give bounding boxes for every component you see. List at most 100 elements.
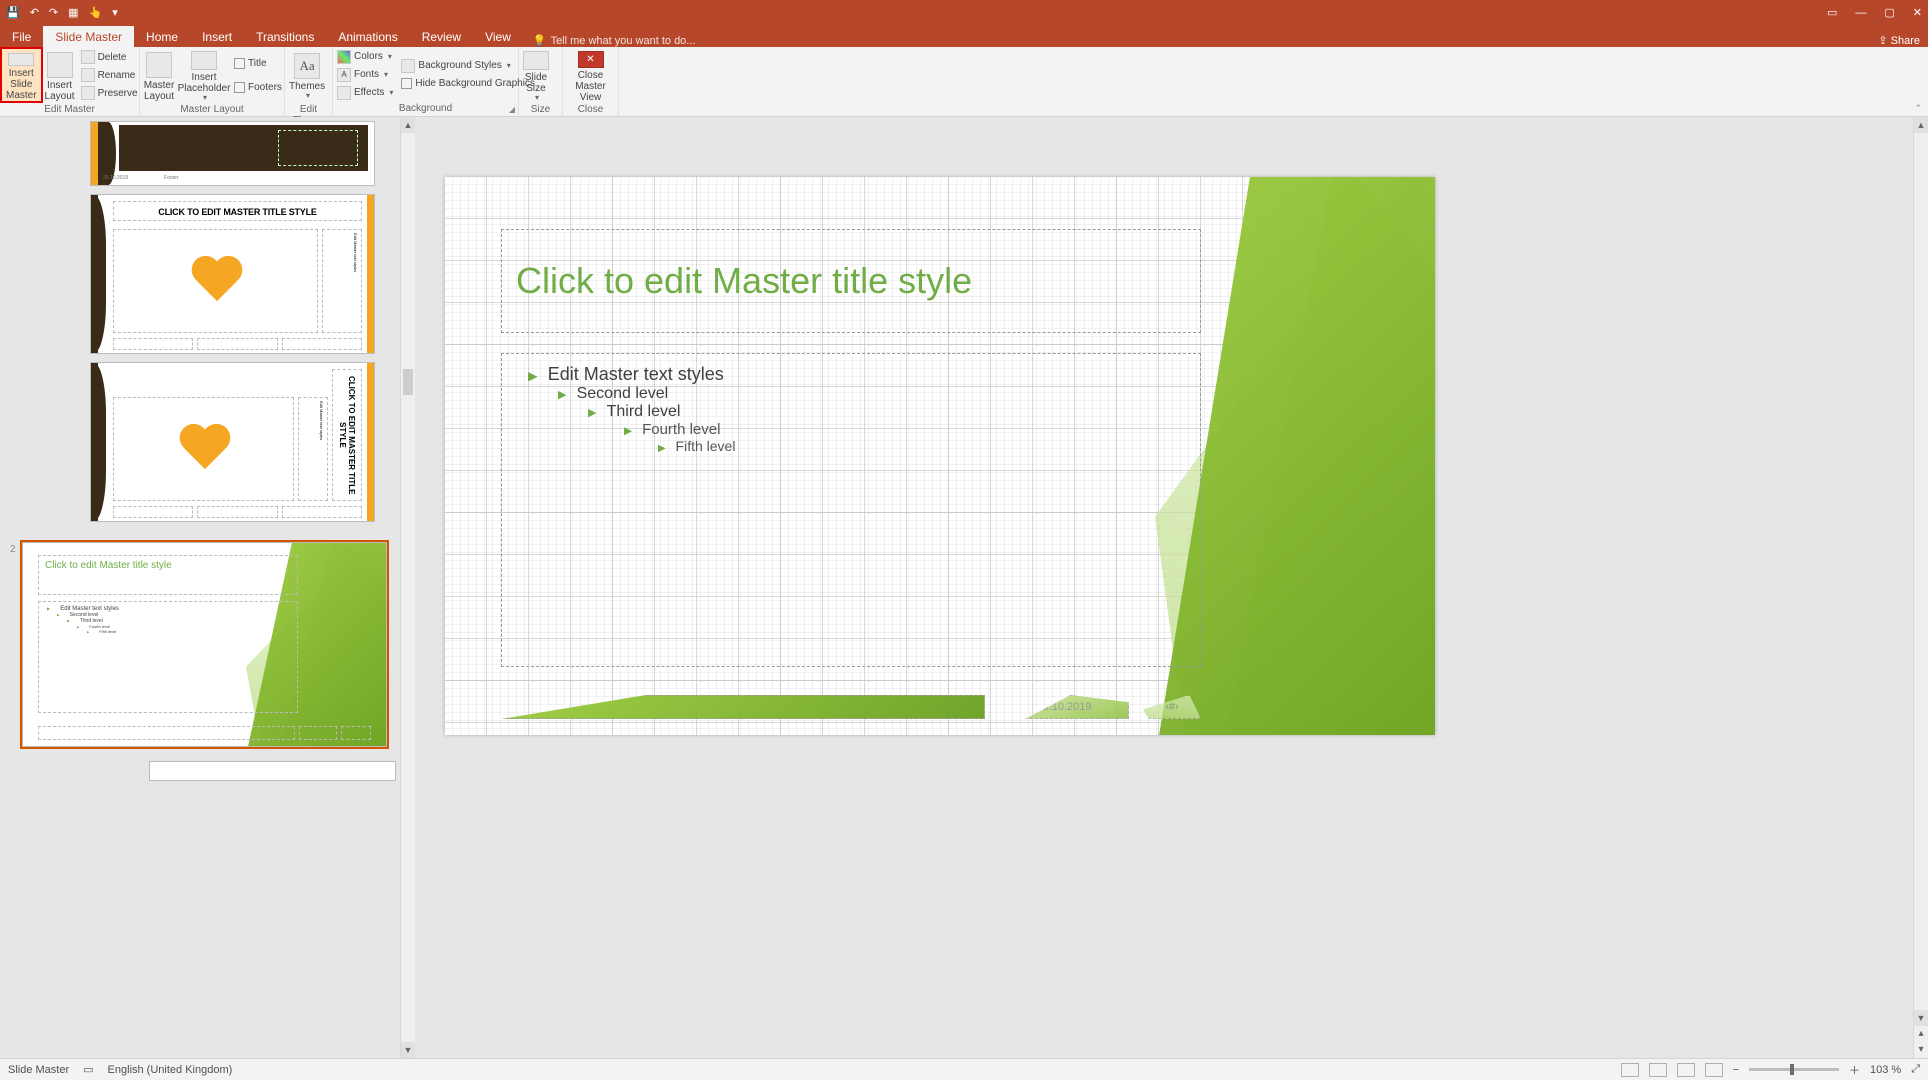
layout-thumbnail[interactable] xyxy=(149,761,396,781)
tab-insert[interactable]: Insert xyxy=(190,26,244,47)
zoom-slider-knob[interactable] xyxy=(1790,1064,1794,1075)
slide-size-label: Slide Size xyxy=(525,72,547,94)
accessibility-icon[interactable]: ▭ xyxy=(83,1063,93,1076)
collapse-ribbon-icon[interactable]: ⌃ xyxy=(1914,103,1922,114)
slide-number-placeholder[interactable]: ‹#› xyxy=(1143,695,1201,719)
normal-view-icon[interactable] xyxy=(1621,1063,1639,1077)
maximize-icon[interactable]: ▢ xyxy=(1884,6,1894,19)
fit-to-window-icon[interactable]: ⤢ xyxy=(1911,1063,1920,1076)
themes-button[interactable]: Aa Themes xyxy=(285,47,329,103)
effects-button[interactable]: Effects xyxy=(333,84,397,102)
scroll-down-icon[interactable]: ▼ xyxy=(401,1042,415,1058)
colors-button[interactable]: Colors xyxy=(333,48,397,66)
slide-size-button[interactable]: Slide Size xyxy=(519,47,553,103)
insert-placeholder-button[interactable]: Insert Placeholder xyxy=(178,47,230,103)
footer-placeholder[interactable]: Footer xyxy=(501,695,985,719)
window-buttons: ▭ — ▢ ✕ xyxy=(1827,6,1922,19)
slide-number-text: ‹#› xyxy=(1165,701,1178,713)
slide-canvas-area: Click to edit Master title style Edit Ma… xyxy=(415,117,1928,1058)
fonts-button[interactable]: AFonts xyxy=(333,66,397,84)
insert-layout-button[interactable]: Insert Layout xyxy=(43,47,77,103)
dialog-launcher-icon[interactable]: ◢ xyxy=(509,105,515,114)
thumb-side-text: Edit Master text styles xyxy=(298,397,328,501)
hide-background-checkbox[interactable]: Hide Background Graphics xyxy=(397,75,539,93)
title-checkbox[interactable]: Title xyxy=(230,54,286,72)
insert-slide-master-button[interactable]: Insert Slide Master xyxy=(0,47,43,103)
tab-animations[interactable]: Animations xyxy=(326,26,409,47)
tab-home[interactable]: Home xyxy=(134,26,190,47)
zoom-slider[interactable] xyxy=(1749,1068,1839,1071)
scroll-up-icon[interactable]: ▲ xyxy=(401,117,415,133)
checkbox-icon xyxy=(401,78,412,89)
title-bar: 💾 ↶ ↷ ▦ 👆 ▾ ▭ — ▢ ✕ xyxy=(0,0,1928,25)
scroll-up-icon[interactable]: ▲ xyxy=(1914,117,1928,133)
body-level-4: Fourth level xyxy=(624,421,1184,438)
preserve-button[interactable]: Preserve xyxy=(77,84,142,102)
status-language[interactable]: English (United Kingdom) xyxy=(108,1064,233,1076)
title-check-label: Title xyxy=(248,58,267,69)
zoom-in-button[interactable]: ＋ xyxy=(1849,1062,1860,1078)
group-label-size: Size xyxy=(519,103,562,117)
scroll-down-icon[interactable]: ▼ xyxy=(1914,1010,1928,1026)
zoom-out-button[interactable]: − xyxy=(1733,1064,1739,1076)
background-styles-button[interactable]: Background Styles xyxy=(397,57,539,75)
slideshow-view-icon[interactable] xyxy=(1705,1063,1723,1077)
master-layout-button[interactable]: Master Layout xyxy=(140,47,178,103)
title-placeholder-text: Click to edit Master title style xyxy=(516,260,972,302)
delete-button[interactable]: Delete xyxy=(77,48,142,66)
canvas-scrollbar[interactable]: ▲ ▼ ▴ ▾ xyxy=(1913,117,1928,1058)
tab-view[interactable]: View xyxy=(473,26,523,47)
body-level-2: Second level xyxy=(558,385,1184,403)
layout-thumbnail[interactable]: Edit Master text styles CLICK TO EDIT MA… xyxy=(90,362,375,522)
minimize-icon[interactable]: — xyxy=(1855,7,1866,19)
tab-transitions[interactable]: Transitions xyxy=(244,26,326,47)
touch-mode-icon[interactable]: 👆 xyxy=(89,6,103,19)
preserve-icon xyxy=(81,86,95,100)
rename-label: Rename xyxy=(98,70,136,81)
start-from-beginning-icon[interactable]: ▦ xyxy=(68,6,78,19)
close-window-icon[interactable]: ✕ xyxy=(1913,6,1922,19)
master-layout-label: Master Layout xyxy=(144,80,175,102)
scroll-thumb[interactable] xyxy=(403,369,413,395)
insert-slide-master-icon xyxy=(8,53,34,66)
tab-file[interactable]: File xyxy=(0,26,43,47)
thumbnail-scrollbar[interactable]: ▲ ▼ xyxy=(400,117,415,1058)
layout-thumbnail[interactable]: 29.10.2019Footer xyxy=(90,121,375,186)
tell-me[interactable]: 💡 Tell me what you want to do... xyxy=(533,34,696,47)
slide-master-thumbnail[interactable]: Click to edit Master title style Edit Ma… xyxy=(22,542,387,747)
colors-label: Colors xyxy=(354,51,383,62)
group-label-close: Close xyxy=(563,103,618,117)
thumb-title: CLICK TO EDIT MASTER TITLE STYLE xyxy=(113,201,362,221)
redo-icon[interactable]: ↷ xyxy=(49,6,58,19)
title-placeholder[interactable]: Click to edit Master title style xyxy=(501,229,1201,333)
status-mode: Slide Master xyxy=(8,1064,69,1076)
tab-slide-master[interactable]: Slide Master xyxy=(43,26,134,47)
body-level-3: Third level xyxy=(588,403,1184,421)
footer-text: Footer xyxy=(510,701,542,713)
date-placeholder[interactable]: 29.10.2019 xyxy=(999,695,1129,719)
footers-checkbox[interactable]: Footers xyxy=(230,78,286,96)
slide-sorter-view-icon[interactable] xyxy=(1649,1063,1667,1077)
fonts-icon: A xyxy=(337,68,351,82)
content-placeholder[interactable]: Edit Master text styles Second level Thi… xyxy=(501,353,1201,667)
rename-button[interactable]: Rename xyxy=(77,66,142,84)
insert-layout-icon xyxy=(47,52,73,78)
ribbon-display-options-icon[interactable]: ▭ xyxy=(1827,6,1837,19)
slide-size-icon xyxy=(523,51,549,70)
thumb-side-text: Edit Master text styles xyxy=(322,229,362,333)
insert-placeholder-label: Insert Placeholder xyxy=(178,72,231,94)
zoom-level[interactable]: 103 % xyxy=(1870,1064,1901,1076)
close-master-view-button[interactable]: ✕ Close Master View xyxy=(563,47,618,103)
themes-icon: Aa xyxy=(294,53,320,79)
previous-slide-icon[interactable]: ▴ xyxy=(1914,1026,1928,1042)
share-button[interactable]: ⇪ Share xyxy=(1878,34,1920,47)
next-slide-icon[interactable]: ▾ xyxy=(1914,1042,1928,1058)
tab-review[interactable]: Review xyxy=(410,26,473,47)
insert-slide-master-label: Insert Slide Master xyxy=(6,68,37,101)
undo-icon[interactable]: ↶ xyxy=(30,6,39,19)
qat-more-icon[interactable]: ▾ xyxy=(112,6,118,19)
layout-thumbnail[interactable]: CLICK TO EDIT MASTER TITLE STYLE Edit Ma… xyxy=(90,194,375,354)
reading-view-icon[interactable] xyxy=(1677,1063,1695,1077)
slide-master-canvas[interactable]: Click to edit Master title style Edit Ma… xyxy=(445,177,1435,735)
save-icon[interactable]: 💾 xyxy=(6,6,20,19)
